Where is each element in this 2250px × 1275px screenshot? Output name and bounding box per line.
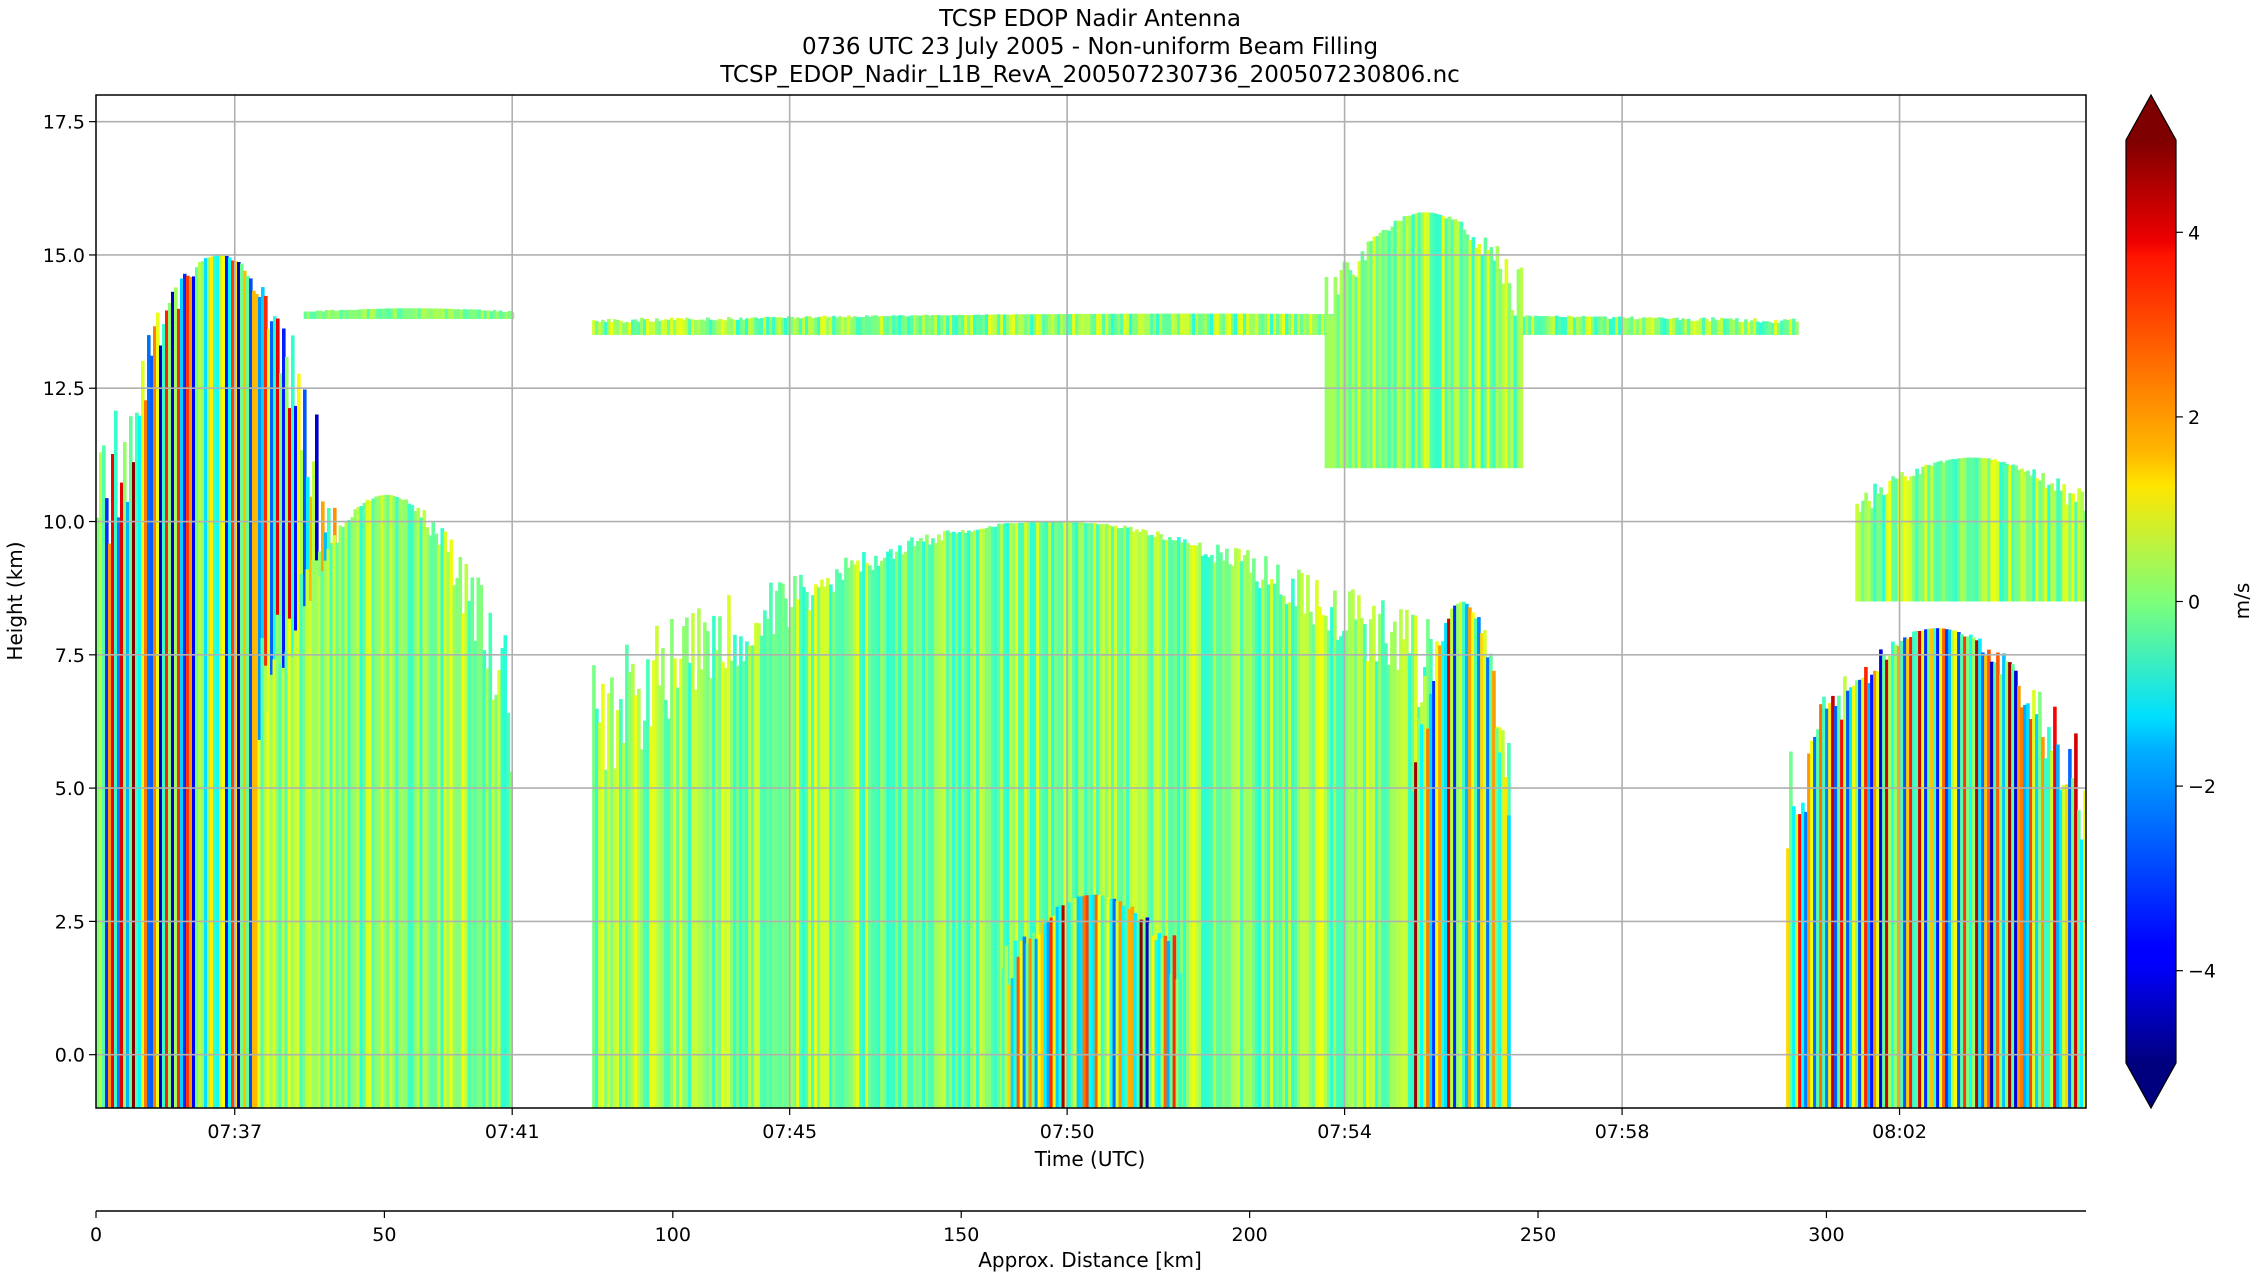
chart-title-line-1: TCSP EDOP Nadir Antenna — [938, 6, 1241, 32]
colorbar-ticks: 4 2 0 −2 −4 — [2176, 222, 2216, 983]
figure: TCSP EDOP Nadir Antenna 0736 UTC 23 July… — [3, 6, 2250, 1272]
y-tick-label: 10.0 — [43, 512, 85, 534]
distance-tick-label: 250 — [1520, 1224, 1556, 1246]
colorbar-tick-label: 4 — [2188, 222, 2200, 244]
distance-tick-label: 200 — [1231, 1224, 1267, 1246]
echo-column — [1519, 267, 1524, 469]
colorbar-label: m/s — [2230, 583, 2250, 620]
x-tick-label: 07:58 — [1595, 1121, 1650, 1143]
colorbar-extend-min — [2126, 1063, 2176, 1108]
y-tick-label: 5.0 — [55, 778, 85, 800]
echo-column — [1795, 321, 1799, 335]
x-axis-label: Time (UTC) — [1034, 1147, 1146, 1171]
colorbar-tick-label: −2 — [2188, 776, 2216, 798]
colorbar: 4 2 0 −2 −4 m/s — [2125, 93, 2250, 1110]
distance-tick-label: 100 — [655, 1224, 691, 1246]
x-tick-label: 08:02 — [1872, 1121, 1927, 1143]
y-tick-label: 0.0 — [55, 1045, 85, 1067]
distance-axis-ticks: 0 50 100 150 200 250 300 — [90, 1211, 1845, 1246]
colorbar-tick-label: −4 — [2188, 961, 2216, 983]
distance-tick-label: 300 — [1808, 1224, 1844, 1246]
distance-axis-label: Approx. Distance [km] — [978, 1248, 1202, 1272]
colorbar-body — [2126, 140, 2176, 1063]
y-tick-label: 7.5 — [55, 645, 85, 667]
chart-title-line-2: 0736 UTC 23 July 2005 - Non-uniform Beam… — [802, 34, 1378, 60]
colorbar-tick-label: 2 — [2188, 407, 2200, 429]
echo-column — [1178, 973, 1183, 1108]
echo-column — [1507, 815, 1511, 1108]
distance-tick-label: 150 — [943, 1224, 979, 1246]
y-tick-label: 17.5 — [43, 112, 85, 134]
x-tick-label: 07:41 — [485, 1121, 540, 1143]
echo-region-9 — [1786, 628, 2086, 1108]
colorbar-extend-max — [2126, 95, 2176, 140]
x-tick-label: 07:50 — [1040, 1121, 1095, 1143]
x-tick-label: 07:37 — [207, 1121, 262, 1143]
y-tick-label: 15.0 — [43, 245, 85, 267]
y-axis-label: Height (km) — [3, 541, 27, 660]
x-tick-label: 07:54 — [1317, 1121, 1372, 1143]
chart-title-line-3: TCSP_EDOP_Nadir_L1B_RevA_200507230736_20… — [719, 62, 1460, 88]
distance-tick-label: 50 — [372, 1224, 396, 1246]
x-axis-ticks: 07:37 07:41 07:45 07:50 07:54 07:58 08:02 — [207, 1108, 1927, 1143]
y-axis-ticks: 0.0 2.5 5.0 7.5 10.0 12.5 15.0 17.5 — [43, 112, 96, 1067]
colorbar-tick-label: 0 — [2188, 592, 2200, 614]
y-tick-label: 12.5 — [43, 378, 85, 400]
x-tick-label: 07:45 — [762, 1121, 817, 1143]
distance-tick-label: 0 — [90, 1224, 102, 1246]
y-tick-label: 2.5 — [55, 911, 85, 933]
